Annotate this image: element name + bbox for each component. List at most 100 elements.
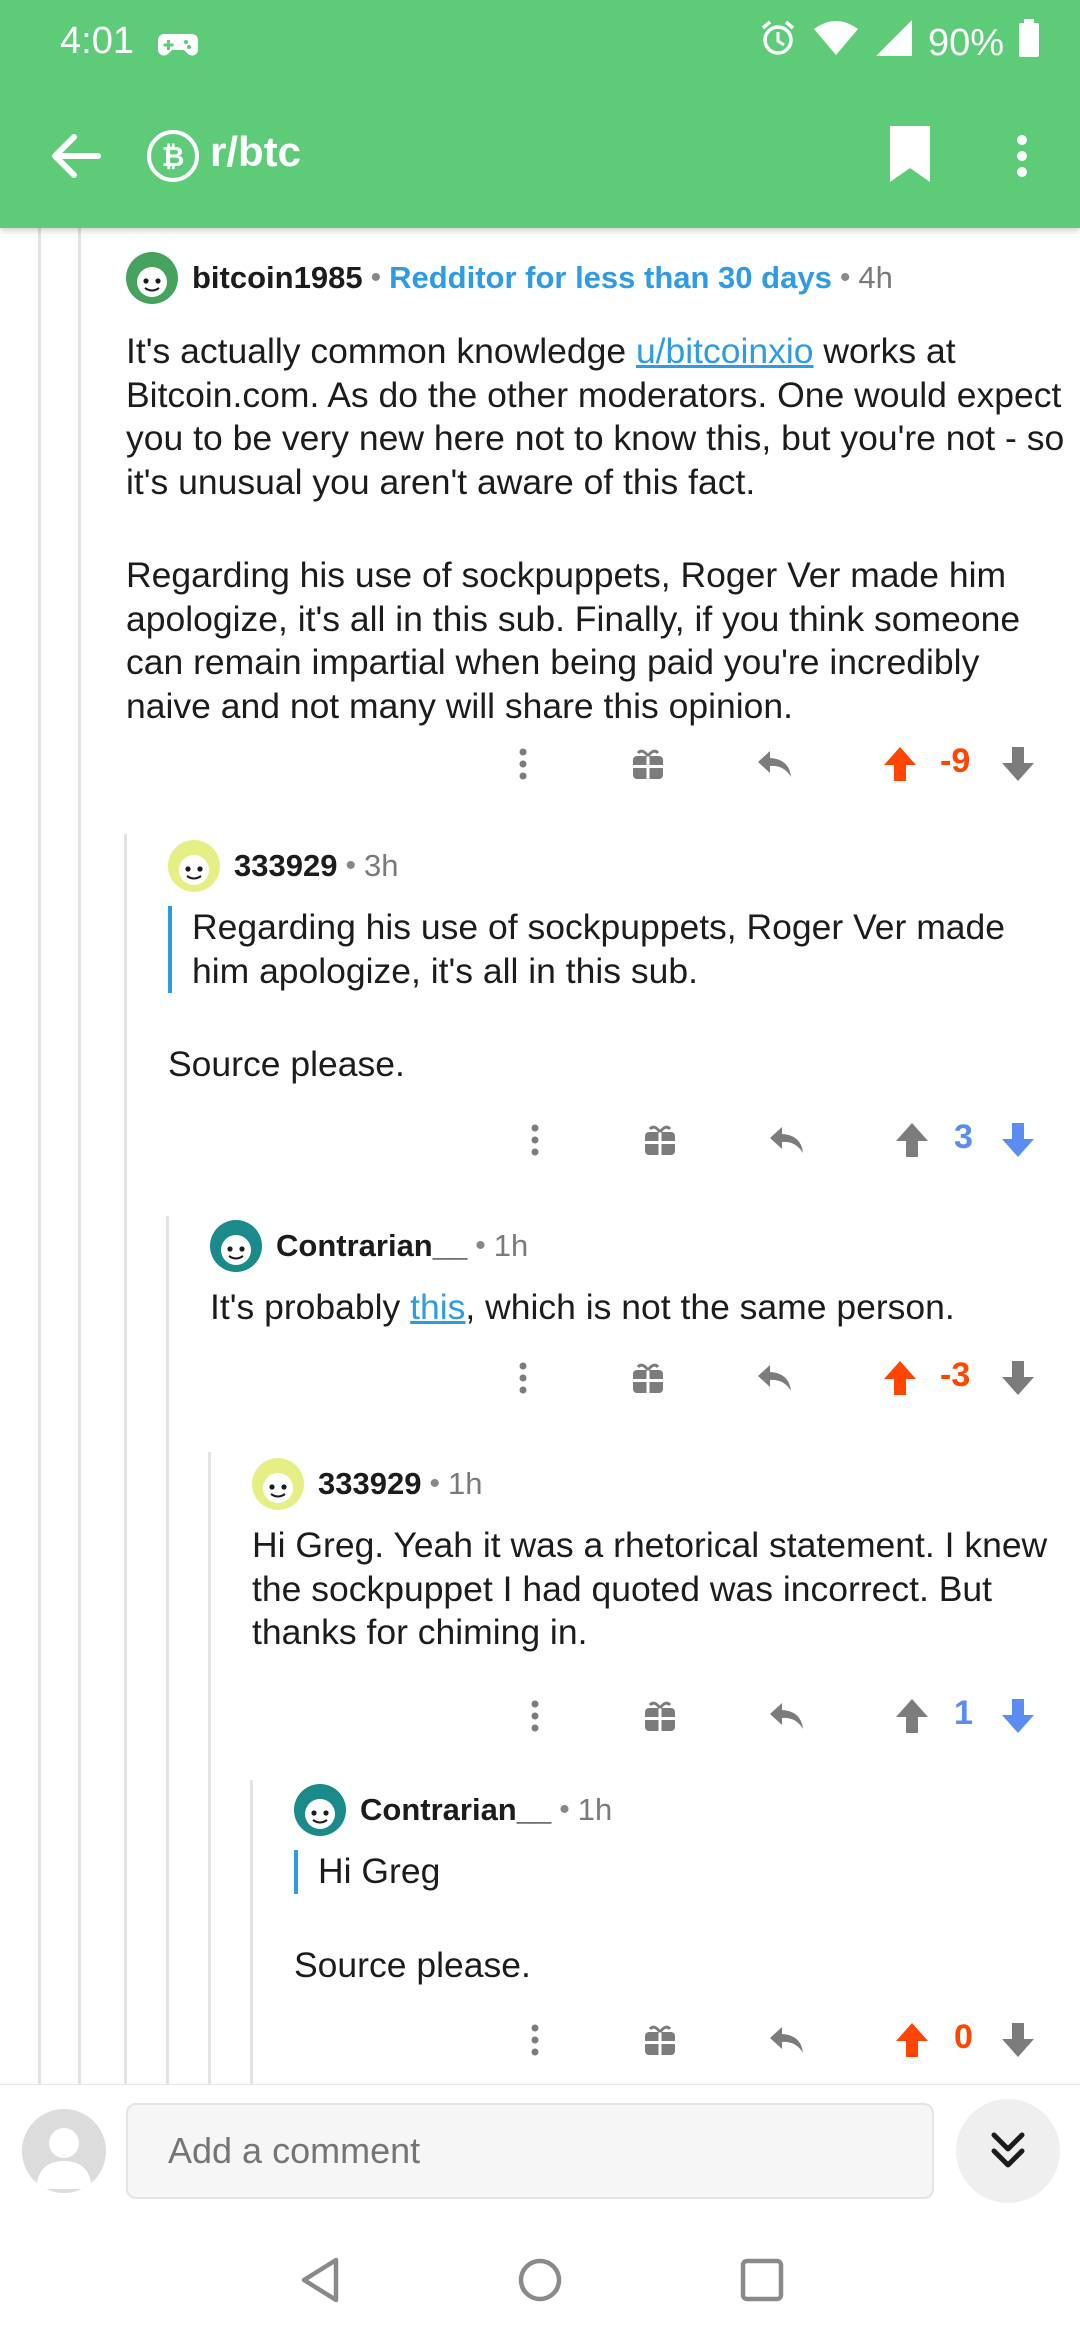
avatar[interactable] <box>22 2109 106 2193</box>
separator-dot: • <box>429 1467 440 1500</box>
upvote-icon <box>896 2023 928 2057</box>
downvote-button[interactable] <box>994 1110 1042 1170</box>
chevron-double-down-icon <box>991 2132 1025 2168</box>
comment-input[interactable] <box>126 2103 934 2199</box>
more-options-button[interactable] <box>1000 120 1044 192</box>
award-button[interactable] <box>624 734 672 794</box>
comment-body: It's actually common knowledge u/bitcoin… <box>126 330 1066 728</box>
comment-header: bitcoin1985 • Redditor for less than 30 … <box>126 250 893 306</box>
bookmark-icon <box>890 126 930 182</box>
comment-text: It's probably <box>210 1287 411 1327</box>
comment-header: 333929 • 3h <box>168 838 398 894</box>
nav-home-icon <box>518 2258 562 2302</box>
comment-paragraph: Source please. <box>294 1944 531 1985</box>
comment-composer <box>0 2084 1080 2218</box>
toolbar: ₿ r/btc <box>0 84 1080 228</box>
downvote-icon <box>1002 747 1034 781</box>
comment-more-button[interactable] <box>510 1686 560 1746</box>
signal-icon <box>874 18 914 68</box>
more-vert-icon <box>1017 135 1027 177</box>
thread-guide-line <box>208 1452 211 2084</box>
comment-paragraph: It's probably this, which is not the sam… <box>210 1286 1070 1330</box>
upvote-button[interactable] <box>888 1686 936 1746</box>
thread-guide-line <box>124 834 127 2084</box>
comment-more-button[interactable] <box>510 1110 560 1170</box>
thread-guide-line <box>166 1216 169 2084</box>
nav-home-button[interactable] <box>508 2248 572 2312</box>
comment-author[interactable]: 333929 <box>318 1466 421 1502</box>
battery-percent: 90% <box>927 21 1004 64</box>
avatar[interactable] <box>252 1458 304 1510</box>
comment-author[interactable]: bitcoin1985 <box>192 260 363 296</box>
user-placeholder-icon <box>36 2128 92 2189</box>
award-button[interactable] <box>636 1686 684 1746</box>
comment-age: 3h <box>363 848 399 883</box>
comment-more-button[interactable] <box>498 1348 548 1408</box>
vote-score: 1 <box>954 1694 973 1732</box>
upvote-button[interactable] <box>876 734 924 794</box>
avatar[interactable] <box>210 1220 262 1272</box>
game-controller-icon <box>158 26 198 70</box>
award-button[interactable] <box>636 1110 684 1170</box>
upvote-icon <box>884 747 916 781</box>
nav-recents-icon <box>740 2258 784 2302</box>
upvote-button[interactable] <box>888 2010 936 2070</box>
back-arrow-icon <box>52 134 101 178</box>
comment: 333929 • 3h Regarding his use of sockpup… <box>168 838 1068 1138</box>
comment-thread[interactable]: bitcoin1985 • Redditor for less than 30 … <box>0 228 1080 2084</box>
gift-icon <box>645 1125 675 1155</box>
more-vert-icon <box>531 2024 539 2056</box>
user-link[interactable]: u/bitcoinxio <box>636 331 814 371</box>
comment-header: Contrarian__ • 1h <box>210 1218 528 1274</box>
downvote-button[interactable] <box>994 734 1042 794</box>
comment-paragraph: Source please. <box>168 1044 405 1084</box>
back-button[interactable] <box>40 120 112 192</box>
upvote-button[interactable] <box>888 1110 936 1170</box>
comment-author[interactable]: Contrarian__ <box>276 1228 467 1264</box>
comment-more-button[interactable] <box>510 2010 560 2070</box>
upvote-button[interactable] <box>876 1348 924 1408</box>
avatar[interactable] <box>168 840 220 892</box>
avatar[interactable] <box>294 1784 346 1836</box>
svg-text:₿: ₿ <box>162 140 185 173</box>
separator-dot: • <box>345 849 356 882</box>
status-time: 4:01 <box>60 20 134 62</box>
comment-body: Regarding his use of sockpuppets, Roger … <box>168 906 1068 1087</box>
separator-dot: • <box>475 1229 486 1262</box>
reply-button[interactable] <box>762 2010 812 2070</box>
downvote-icon <box>1002 2023 1034 2057</box>
downvote-button[interactable] <box>994 2010 1042 2070</box>
comment-header: Contrarian__ • 1h <box>294 1782 612 1838</box>
reply-button[interactable] <box>762 1110 812 1170</box>
comment-more-button[interactable] <box>498 734 548 794</box>
more-vert-icon <box>531 1124 539 1156</box>
bookmark-button[interactable] <box>880 120 944 192</box>
comment-text: , which is not the same person. <box>465 1287 955 1327</box>
downvote-icon <box>1002 1699 1034 1733</box>
subreddit-title[interactable]: r/btc <box>210 128 301 176</box>
comment-author[interactable]: Contrarian__ <box>360 1792 551 1828</box>
nav-recents-button[interactable] <box>730 2248 794 2312</box>
comment-actions: -9 <box>0 734 1080 794</box>
downvote-button[interactable] <box>994 1686 1042 1746</box>
reply-button[interactable] <box>750 1348 800 1408</box>
nav-back-icon <box>301 2257 339 2303</box>
comment-author[interactable]: 333929 <box>234 848 337 884</box>
expand-composer-button[interactable] <box>956 2099 1060 2203</box>
downvote-icon <box>1002 1361 1034 1395</box>
award-button[interactable] <box>624 1348 672 1408</box>
comment-paragraph: Regarding his use of sockpuppets, Roger … <box>126 555 1021 726</box>
comment-body: Hi Greg Source please. <box>294 1850 1074 1987</box>
vote-score: -3 <box>940 1356 971 1394</box>
nav-back-button[interactable] <box>290 2248 354 2312</box>
comment-age: 1h <box>447 1466 483 1501</box>
award-button[interactable] <box>636 2010 684 2070</box>
comment-actions: -3 <box>0 1348 1080 1408</box>
downvote-button[interactable] <box>994 1348 1042 1408</box>
reply-button[interactable] <box>762 1686 812 1746</box>
comment: Contrarian__ • 1h Hi Greg Source please. <box>294 1782 1074 2002</box>
comment-body: It's probably this, which is not the sam… <box>210 1286 1070 1330</box>
reply-button[interactable] <box>750 734 800 794</box>
avatar[interactable] <box>126 252 178 304</box>
external-link[interactable]: this <box>410 1287 465 1327</box>
